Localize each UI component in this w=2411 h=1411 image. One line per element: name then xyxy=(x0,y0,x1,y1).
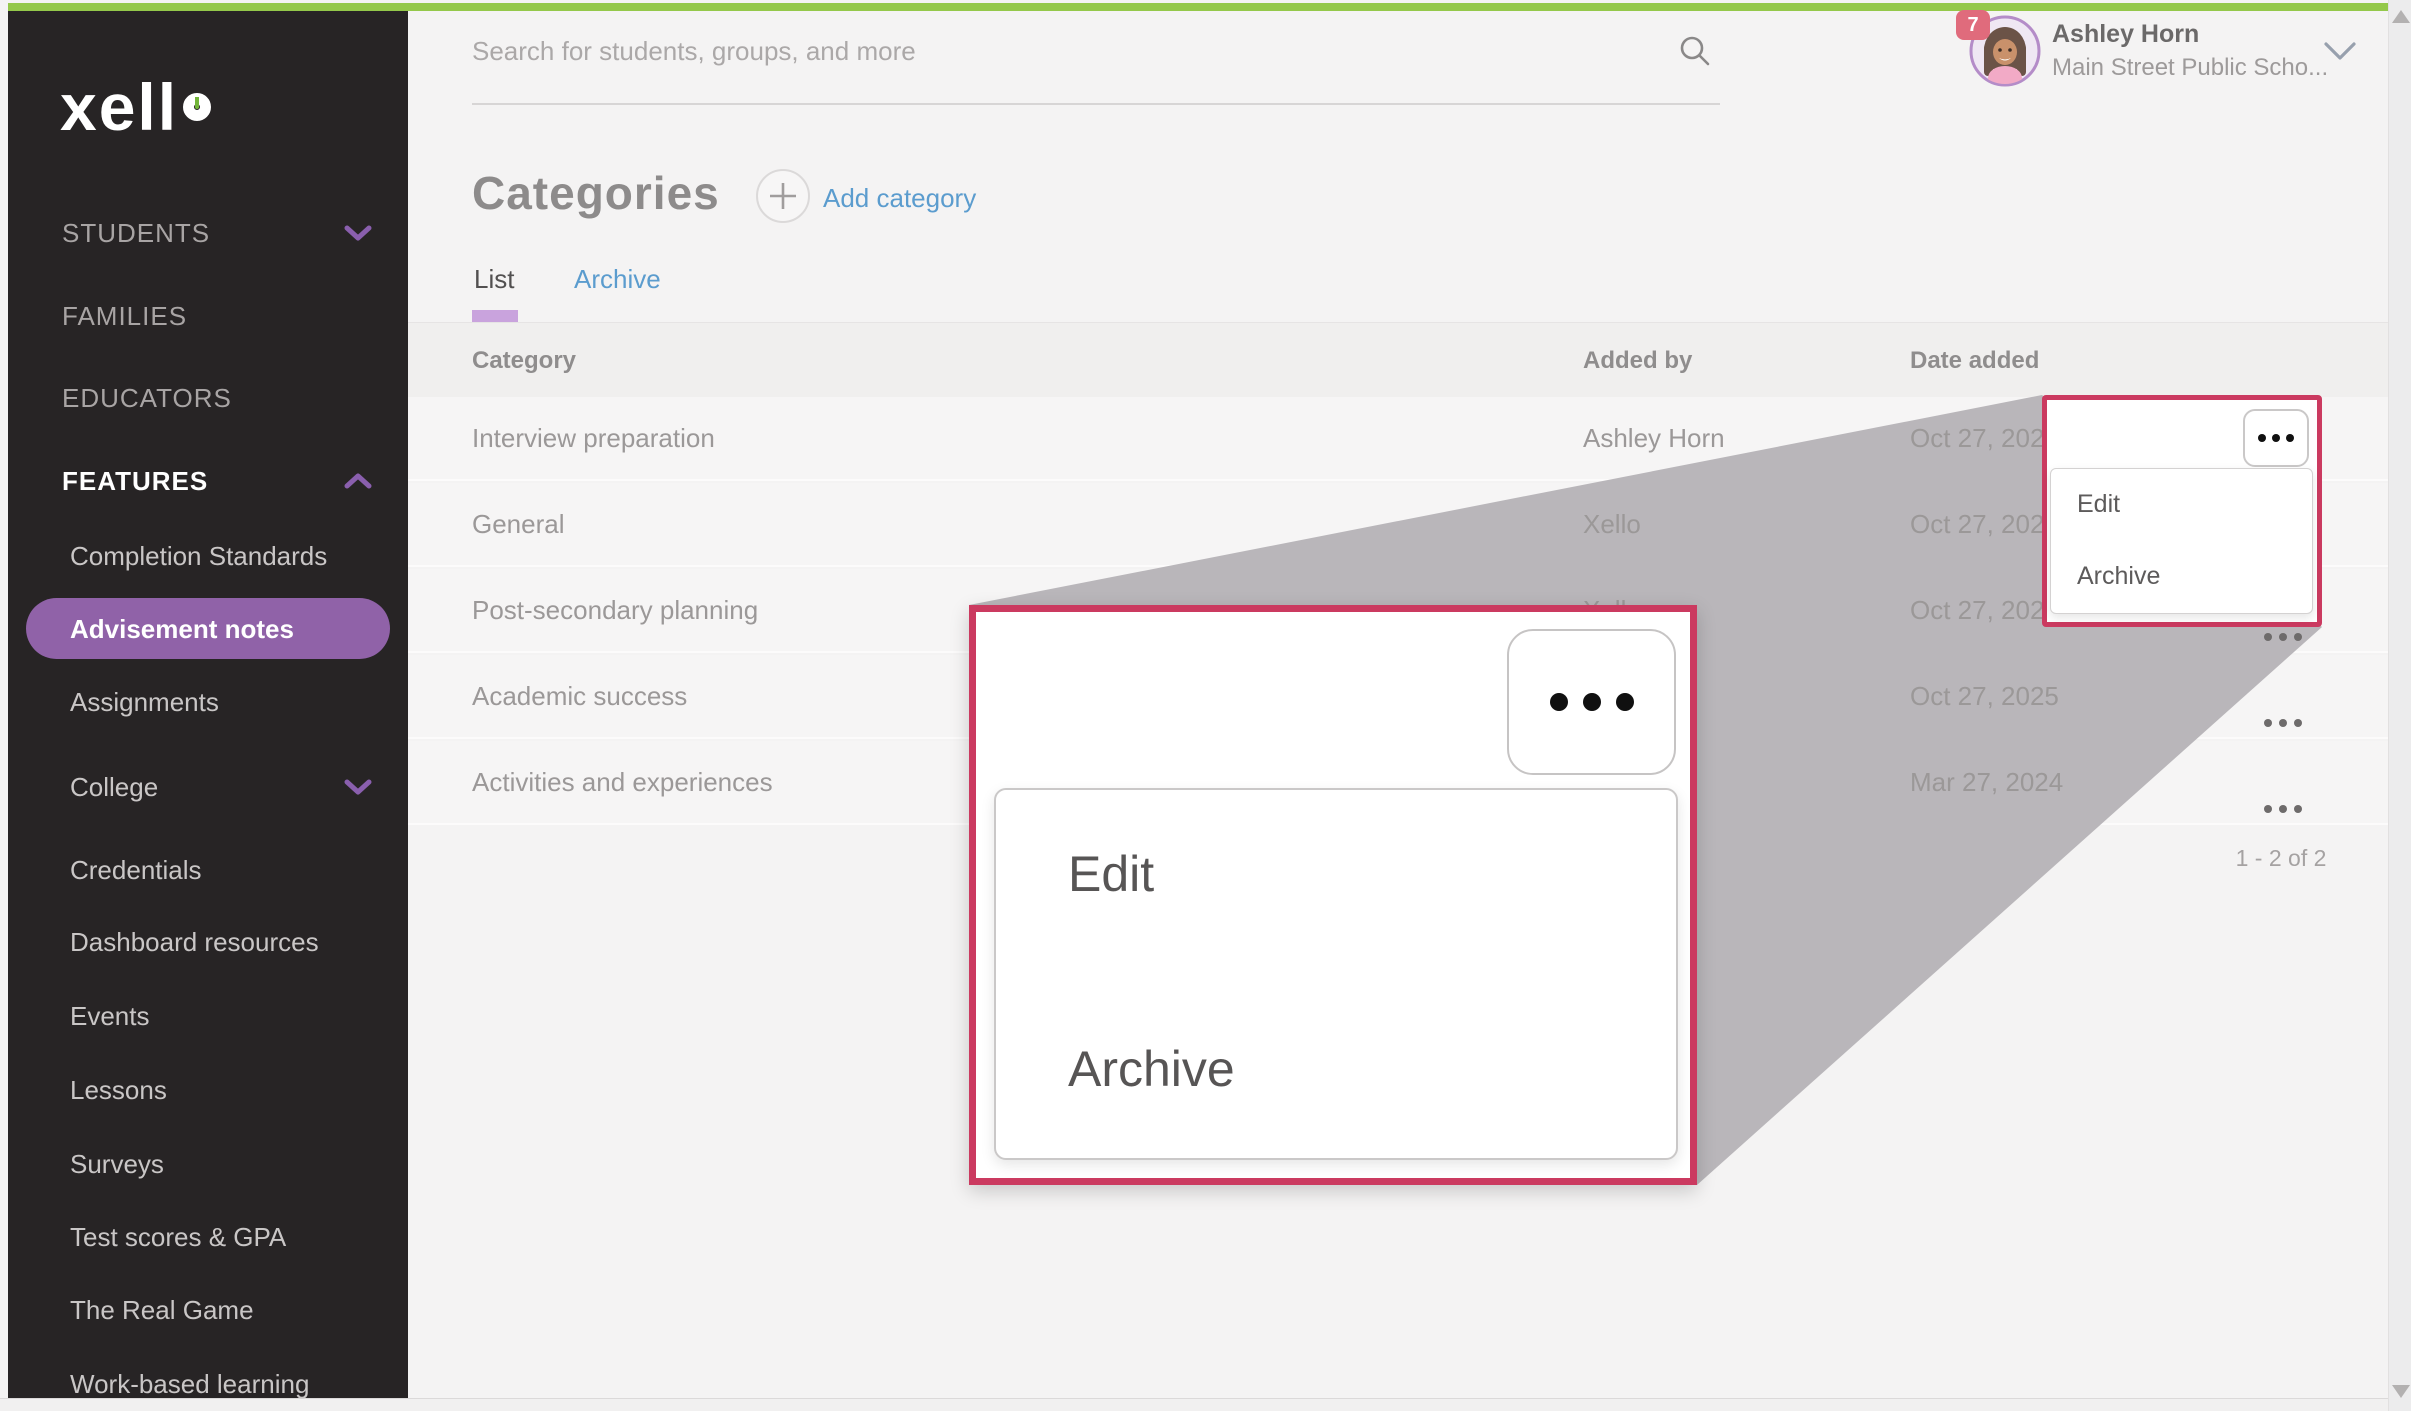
sidebar-item-educators[interactable]: EDUCATORS xyxy=(8,379,408,417)
cell-date-added: Oct 27, 2025 xyxy=(1910,423,2059,454)
sidebar-item-assignments[interactable]: Assignments xyxy=(8,683,408,721)
sidebar-item-features[interactable]: FEATURES xyxy=(8,462,408,500)
context-menu-magnified: Edit Archive xyxy=(994,788,1678,1160)
cell-category: General xyxy=(472,509,565,540)
row-actions-ellipsis-button[interactable] xyxy=(2243,409,2309,467)
top-accent-bar xyxy=(8,3,2388,11)
xello-logo[interactable]: xell xyxy=(60,69,211,145)
search-icon[interactable] xyxy=(1678,34,1712,73)
pagination-status: 1 - 2 of 2 xyxy=(2201,845,2361,872)
cell-category: Interview preparation xyxy=(472,423,715,454)
sidebar-item-surveys[interactable]: Surveys xyxy=(8,1145,408,1183)
sidebar-item-college[interactable]: College xyxy=(8,768,408,806)
search-underline xyxy=(472,103,1720,105)
sidebar-item-advisement-notes[interactable]: Advisement notes xyxy=(8,610,408,648)
cell-category: Academic success xyxy=(472,681,687,712)
row-context-menu-highlight: Edit Archive xyxy=(2042,395,2322,627)
cell-added-by: Xello xyxy=(1583,509,1641,540)
chevron-down-icon xyxy=(344,218,372,249)
row-actions-ellipsis-icon[interactable] xyxy=(2253,767,2313,851)
cell-date-added: Oct 27, 2025 xyxy=(1910,509,2059,540)
sidebar-item-work-based-learning[interactable]: Work-based learning xyxy=(8,1365,408,1403)
sidebar-item-the-real-game[interactable]: The Real Game xyxy=(8,1291,408,1329)
chevron-down-icon xyxy=(344,772,372,803)
zoom-callout-box: Edit Archive xyxy=(969,605,1697,1185)
cell-date-added: Oct 27, 2025 xyxy=(1910,595,2059,626)
menu-item-archive[interactable]: Archive xyxy=(2077,562,2160,591)
cell-added-by: Ashley Horn xyxy=(1583,423,1725,454)
chevron-up-icon xyxy=(344,466,372,497)
tab-list[interactable]: List xyxy=(474,264,514,295)
sidebar-item-credentials[interactable]: Credentials xyxy=(8,851,408,889)
row-actions-ellipsis-icon[interactable] xyxy=(2253,681,2313,765)
menu-item-edit[interactable]: Edit xyxy=(1068,845,1154,903)
logo-text: xell xyxy=(60,69,178,145)
user-name: Ashley Horn xyxy=(2052,20,2199,49)
menu-item-archive[interactable]: Archive xyxy=(1068,1040,1235,1098)
cell-category: Post-secondary planning xyxy=(472,595,758,626)
add-category-button[interactable]: Add category xyxy=(823,183,976,214)
user-menu-chevron-down-icon[interactable] xyxy=(2322,40,2358,67)
scroll-up-icon[interactable] xyxy=(2392,10,2410,23)
context-menu: Edit Archive xyxy=(2050,468,2313,614)
cell-date-added: Mar 27, 2024 xyxy=(1910,767,2063,798)
cell-date-added: Oct 27, 2025 xyxy=(1910,681,2059,712)
user-organization: Main Street Public Scho... xyxy=(2052,54,2328,82)
sidebar-item-events[interactable]: Events xyxy=(8,997,408,1035)
tab-archive[interactable]: Archive xyxy=(574,264,661,295)
add-category-icon[interactable] xyxy=(755,168,811,224)
column-date-added: Date added xyxy=(1910,347,2039,375)
sidebar-item-completion-standards[interactable]: Completion Standards xyxy=(8,537,408,575)
notification-badge: 7 xyxy=(1956,10,1990,40)
column-category: Category xyxy=(472,347,576,375)
sidebar-item-dashboard-resources[interactable]: Dashboard resources xyxy=(8,923,408,961)
sidebar-item-families[interactable]: FAMILIES xyxy=(8,297,408,335)
scroll-down-icon[interactable] xyxy=(2392,1385,2410,1398)
search-input[interactable] xyxy=(472,22,1712,80)
menu-item-edit[interactable]: Edit xyxy=(2077,490,2120,519)
cell-category: Activities and experiences xyxy=(472,767,773,798)
page-title: Categories xyxy=(472,166,720,220)
sidebar-item-test-scores-gpa[interactable]: Test scores & GPA xyxy=(8,1218,408,1256)
page-scrollbar[interactable] xyxy=(2388,0,2411,1411)
column-added-by: Added by xyxy=(1583,347,1692,375)
logo-o-mark xyxy=(183,93,211,121)
sidebar: xell STUDENTS FAMILIES EDUCATORS FEATURE… xyxy=(8,11,408,1398)
sidebar-item-lessons[interactable]: Lessons xyxy=(8,1071,408,1109)
row-actions-ellipsis-button-magnified[interactable] xyxy=(1507,629,1676,775)
table-header: Category Added by Date added xyxy=(408,322,2388,397)
sidebar-item-students[interactable]: STUDENTS xyxy=(8,214,408,252)
